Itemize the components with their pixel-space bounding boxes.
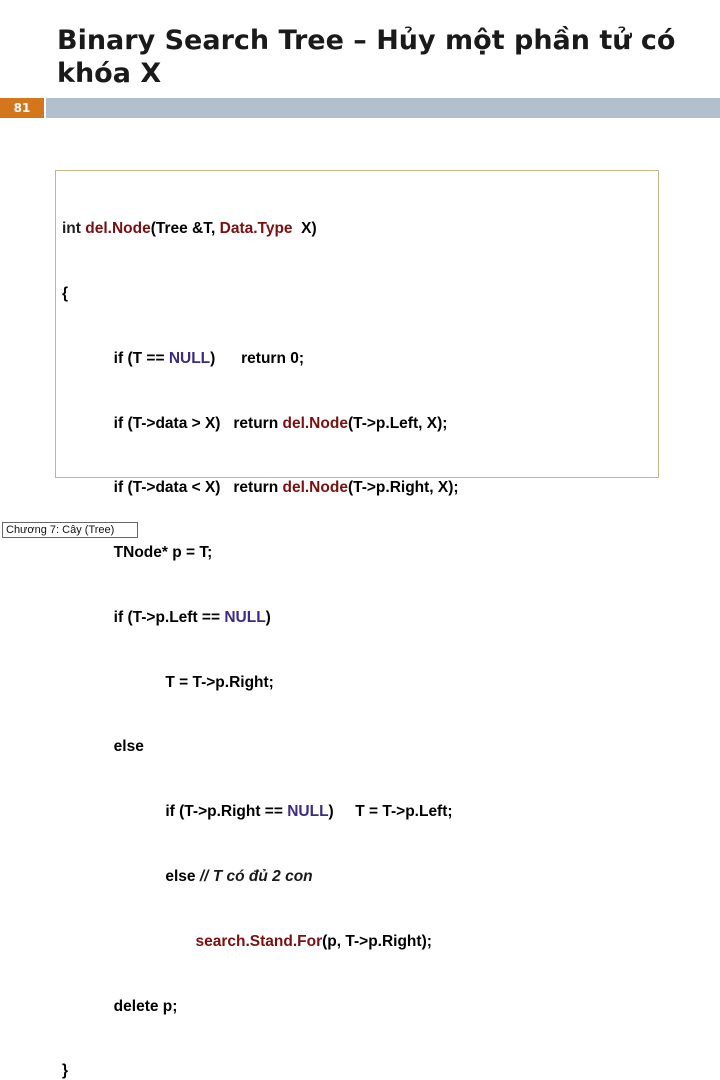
code-line: else — [62, 738, 144, 756]
code-text: ) — [265, 608, 271, 626]
code-type-name: Data.Type — [219, 220, 293, 238]
code-text: if (T == — [62, 349, 169, 367]
code-line: TNode* p = T; — [62, 544, 213, 562]
code-null-keyword: NULL — [224, 608, 266, 626]
code-text: else — [62, 868, 200, 885]
code-text: if (T->data > X) return — [62, 414, 283, 432]
code-line: if (T->data > X) return del.Node(T->p.Le… — [62, 413, 459, 435]
code-line: } — [62, 1062, 69, 1080]
code-function-name: search.Stand.For — [195, 932, 323, 950]
code-text: ) return 0; — [210, 349, 305, 367]
code-text: (T->p.Left, X); — [347, 414, 448, 432]
code-text: (T->p.Right, X); — [347, 479, 459, 497]
code-line: if (T->p.Right == NULL) T = T->p.Left; — [62, 801, 459, 823]
page-number-badge: 81 — [0, 98, 44, 118]
code-text: (Tree &T, — [150, 220, 220, 238]
code-line: delete p; — [62, 997, 178, 1015]
code-text: ) T = T->p.Left; — [328, 803, 453, 821]
code-line: { — [62, 284, 69, 302]
code-line: if (T->data < X) return del.Node(T->p.Ri… — [62, 477, 459, 499]
code-keyword: int — [62, 220, 86, 238]
code-line: int del.Node(Tree &T, Data.Type X) — [62, 218, 459, 240]
code-function-name: del.Node — [282, 414, 348, 432]
code-function-name: del.Node — [282, 479, 348, 497]
code-line: T = T->p.Right; — [62, 673, 274, 691]
code-line: search.Stand.For(p, T->p.Right); — [62, 931, 459, 953]
code-block: int del.Node(Tree &T, Data.Type X) { if … — [62, 175, 459, 1080]
code-line: if (T->p.Left == NULL) — [62, 607, 459, 629]
code-text: X) — [292, 220, 317, 238]
code-text: (p, T->p.Right); — [322, 932, 432, 950]
code-text: if (T->p.Left == — [62, 608, 225, 626]
slide-footer: Chương 7: Cây (Tree) — [2, 522, 138, 538]
code-line: else // T có đủ 2 con — [62, 866, 459, 888]
code-comment: // T có đủ 2 con — [199, 868, 313, 885]
header-divider-bar — [46, 98, 720, 118]
code-text: if (T->data < X) return — [62, 479, 283, 497]
code-text: if (T->p.Right == — [62, 803, 288, 821]
code-null-keyword: NULL — [287, 803, 329, 821]
code-function-name: del.Node — [85, 220, 151, 238]
code-line: if (T == NULL) return 0; — [62, 348, 459, 370]
slide-title: Binary Search Tree – Hủy một phần tử có … — [57, 25, 676, 89]
code-null-keyword: NULL — [168, 349, 211, 367]
